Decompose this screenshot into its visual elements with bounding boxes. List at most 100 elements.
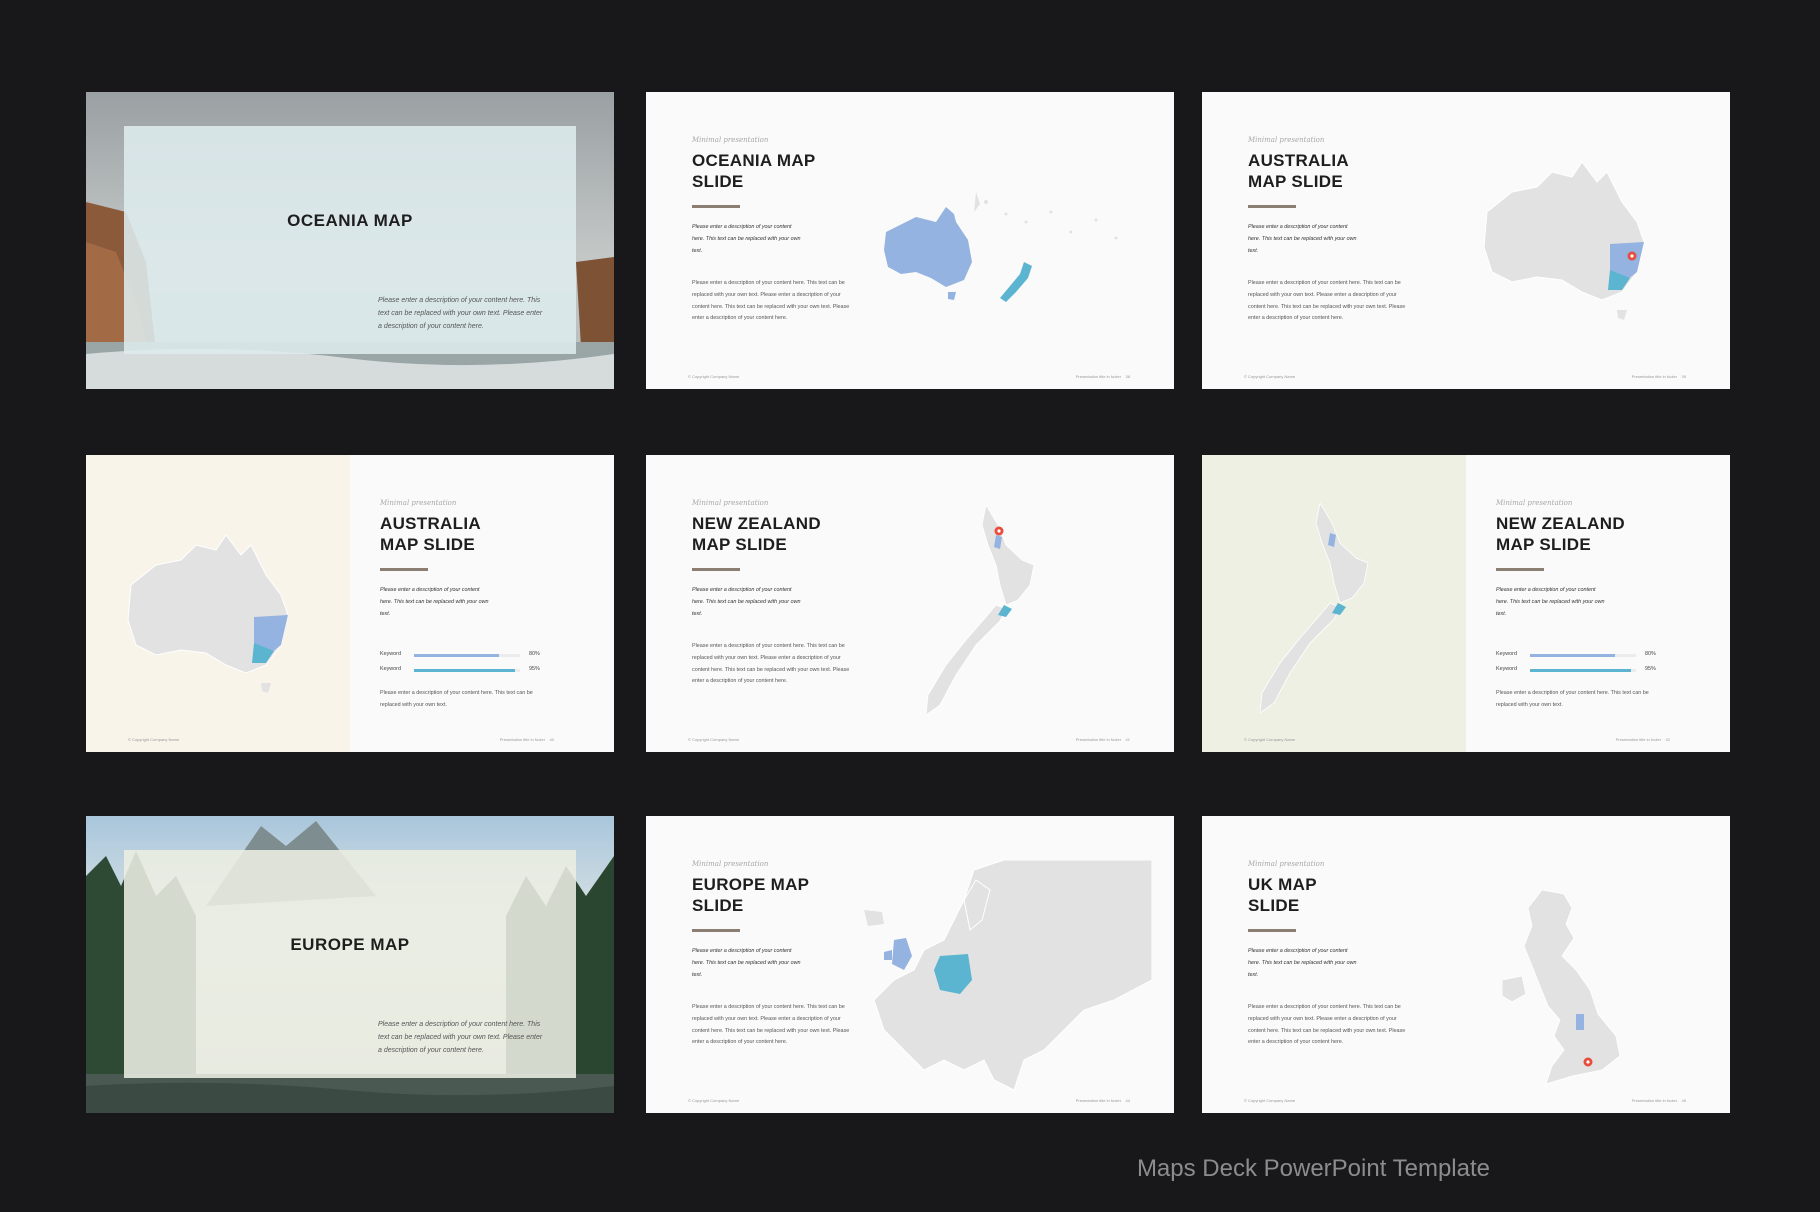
description-body: Please enter a description of your conte… xyxy=(692,280,850,322)
description-italic: Please enter a description of your conte… xyxy=(692,948,801,978)
description-italic: Please enter a description of your conte… xyxy=(1248,948,1357,978)
eyebrow: Minimal presentation xyxy=(692,860,769,868)
europe-map[interactable] xyxy=(864,860,1152,1090)
oceania-map[interactable] xyxy=(876,192,1136,322)
page-number: 45 xyxy=(1681,1098,1686,1103)
title-rule xyxy=(692,205,740,208)
footer-title: Presentation title in footer 38 xyxy=(1075,374,1130,379)
cover-description: Please enter a description of your conte… xyxy=(378,1021,543,1054)
uk-map[interactable] xyxy=(1502,890,1642,1096)
slide-title: NEW ZEALAND MAP SLIDE xyxy=(1496,513,1696,555)
eyebrow: Minimal presentation xyxy=(1496,499,1573,507)
page-number: 38 xyxy=(1125,374,1130,379)
description-italic: Please enter a description of your conte… xyxy=(692,224,801,254)
title-line-1: NEW ZEALAND xyxy=(1496,514,1625,533)
page-number: 40 xyxy=(549,737,554,742)
description-body: Please enter a description of your conte… xyxy=(1496,690,1649,708)
page-number: 42 xyxy=(1665,737,1670,742)
footer-title: Presentation title in footer 44 xyxy=(1075,1098,1130,1103)
footer-copyright: © Copyright Company Name xyxy=(1244,1098,1296,1103)
title-line-1: NEW ZEALAND xyxy=(692,514,821,533)
footer-title: Presentation title in footer 42 xyxy=(1615,737,1670,742)
title-line-2: SLIDE xyxy=(1248,896,1300,915)
title-rule xyxy=(380,568,428,571)
eyebrow: Minimal presentation xyxy=(380,499,457,507)
slide-title: OCEANIA MAP SLIDE xyxy=(692,150,892,192)
slide-title: NEW ZEALAND MAP SLIDE xyxy=(692,513,892,555)
cover-title: OCEANIA MAP xyxy=(287,211,413,230)
footer-copyright: © Copyright Company Name xyxy=(1244,374,1296,379)
description-italic: Please enter a description of your conte… xyxy=(692,587,801,617)
slide-uk-map[interactable]: Minimal presentation UK MAP SLIDE Please… xyxy=(1202,816,1730,1113)
description-body: Please enter a description of your conte… xyxy=(380,690,533,708)
title-rule xyxy=(1248,205,1296,208)
page-number: 41 xyxy=(1125,737,1130,742)
australia-map[interactable] xyxy=(126,525,326,705)
title-line-2: MAP SLIDE xyxy=(1496,535,1591,554)
keyword-bar-1: Keyword 80% xyxy=(1496,651,1656,657)
page-number: 44 xyxy=(1125,1098,1130,1103)
slide-newzealand-map[interactable]: Minimal presentation NEW ZEALAND MAP SLI… xyxy=(646,455,1174,752)
template-caption: Maps Deck PowerPoint Template xyxy=(1136,1155,1490,1182)
description-body: Please enter a description of your conte… xyxy=(1248,280,1406,322)
title-rule xyxy=(1248,929,1296,932)
footer-title: Presentation title in footer 39 xyxy=(1631,374,1686,379)
cover-description: Please enter a description of your conte… xyxy=(378,297,543,330)
eyebrow: Minimal presentation xyxy=(1248,860,1325,868)
keyword-bar-2: Keyword 95% xyxy=(380,666,540,672)
title-line-1: AUSTRALIA xyxy=(380,514,481,533)
eyebrow: Minimal presentation xyxy=(1248,136,1325,144)
description-body: Please enter a description of your conte… xyxy=(692,1004,850,1046)
title-line-2: MAP SLIDE xyxy=(692,535,787,554)
title-rule xyxy=(692,568,740,571)
newzealand-map[interactable] xyxy=(1260,503,1410,733)
description-italic: Please enter a description of your conte… xyxy=(1496,587,1605,617)
page-number: 39 xyxy=(1681,374,1686,379)
title-line-2: MAP SLIDE xyxy=(380,535,475,554)
cover-title: EUROPE MAP xyxy=(290,935,410,954)
slide-title: EUROPE MAP SLIDE xyxy=(692,874,892,916)
footer-copyright: © Copyright Company Name xyxy=(688,374,740,379)
footer-copyright: © Copyright Company Name xyxy=(688,1098,740,1103)
description-italic: Please enter a description of your conte… xyxy=(1248,224,1357,254)
title-line-2: SLIDE xyxy=(692,172,744,191)
map-pin-icon xyxy=(1583,1057,1593,1067)
description-italic: Please enter a description of your conte… xyxy=(380,587,489,617)
title-line-2: SLIDE xyxy=(692,896,744,915)
slide-title: UK MAP SLIDE xyxy=(1248,874,1448,916)
eyebrow: Minimal presentation xyxy=(692,136,769,144)
slide-europe-cover[interactable]: EUROPE MAP Please enter a description of… xyxy=(86,816,614,1113)
keyword-bar-1: Keyword 80% xyxy=(380,651,540,657)
title-line-1: OCEANIA MAP xyxy=(692,151,816,170)
keyword-bar-2: Keyword 95% xyxy=(1496,666,1656,672)
footer-title: Presentation title in footer 45 xyxy=(1631,1098,1686,1103)
slide-oceania-map[interactable]: Minimal presentation OCEANIA MAP SLIDE P… xyxy=(646,92,1174,389)
slide-oceania-cover[interactable]: OCEANIA MAP Please enter a description o… xyxy=(86,92,614,389)
footer-copyright: © Copyright Company Name xyxy=(688,737,740,742)
slide-europe-map[interactable]: Minimal presentation EUROPE MAP SLIDE Pl… xyxy=(646,816,1174,1113)
footer-copyright: © Copyright Company Name xyxy=(1244,737,1296,742)
title-line-1: AUSTRALIA xyxy=(1248,151,1349,170)
footer-copyright: © Copyright Company Name xyxy=(128,737,180,742)
newzealand-map[interactable] xyxy=(926,505,1076,735)
description-body: Please enter a description of your conte… xyxy=(1248,1004,1406,1046)
slide-newzealand-split[interactable]: Minimal presentation NEW ZEALAND MAP SLI… xyxy=(1202,455,1730,752)
title-line-1: EUROPE MAP xyxy=(692,875,810,894)
australia-map[interactable] xyxy=(1482,152,1672,332)
footer-title: Presentation title in footer 41 xyxy=(1075,737,1130,742)
footer-title: Presentation title in footer 40 xyxy=(499,737,554,742)
slide-australia-map[interactable]: Minimal presentation AUSTRALIA MAP SLIDE… xyxy=(1202,92,1730,389)
slide-australia-split[interactable]: Minimal presentation AUSTRALIA MAP SLIDE… xyxy=(86,455,614,752)
map-pin-icon xyxy=(994,526,1004,536)
eyebrow: Minimal presentation xyxy=(692,499,769,507)
title-rule xyxy=(1496,568,1544,571)
slide-title: AUSTRALIA MAP SLIDE xyxy=(380,513,580,555)
title-line-2: MAP SLIDE xyxy=(1248,172,1343,191)
map-pin-icon xyxy=(1627,251,1637,261)
description-body: Please enter a description of your conte… xyxy=(692,643,850,685)
title-line-1: UK MAP xyxy=(1248,875,1317,894)
slide-title: AUSTRALIA MAP SLIDE xyxy=(1248,150,1448,192)
cover-panel: EUROPE MAP Please enter a description of… xyxy=(124,850,576,1078)
title-rule xyxy=(692,929,740,932)
cover-panel: OCEANIA MAP Please enter a description o… xyxy=(124,126,576,354)
